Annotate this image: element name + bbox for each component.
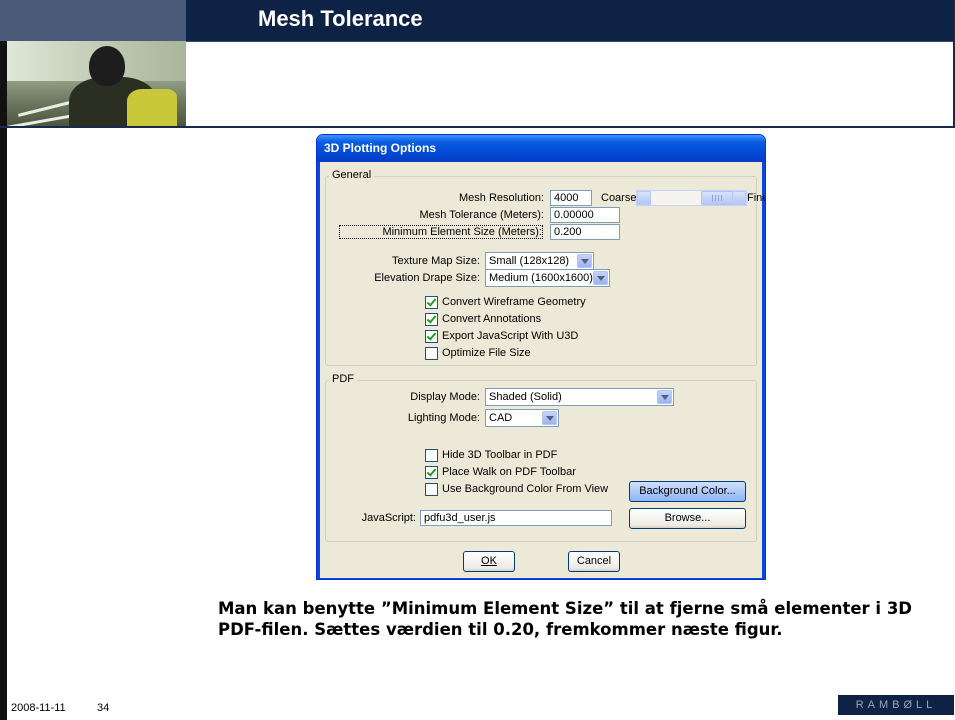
display-mode-value: Shaded (Solid) <box>489 391 562 403</box>
footer-date: 2008-11-11 <box>11 702 66 714</box>
slider-thumb[interactable] <box>701 191 735 205</box>
display-mode-select[interactable]: Shaded (Solid) <box>485 388 674 406</box>
display-mode-label: Display Mode: <box>410 391 480 403</box>
lighting-mode-select[interactable]: CAD <box>485 409 559 427</box>
slide-body-text: Man kan benytte ”Minimum Element Size” t… <box>218 599 913 639</box>
hide-3d-toolbar-checkbox[interactable] <box>425 449 438 462</box>
convert-annotations-checkbox[interactable] <box>425 313 438 326</box>
texture-map-select[interactable]: Small (128x128) <box>485 252 594 270</box>
export-javascript-label: Export JavaScript With U3D <box>442 330 579 342</box>
coarse-label: Coarse <box>601 192 637 204</box>
convert-annotations-label: Convert Annotations <box>442 313 542 325</box>
javascript-label: JavaScript: <box>361 512 416 524</box>
hide-3d-toolbar-label: Hide 3D Toolbar in PDF <box>442 449 558 461</box>
mesh-resolution-label: Mesh Resolution: <box>459 192 544 204</box>
title-underline <box>186 41 955 42</box>
elevation-drape-value: Medium (1600x1600) <box>489 272 593 284</box>
use-background-color-checkbox[interactable] <box>425 483 438 496</box>
dialog-body: General Mesh Resolution: 4000 Coarse Fin… <box>320 162 765 578</box>
chevron-down-icon[interactable] <box>657 390 672 404</box>
company-logo: RAMBØLL <box>838 695 954 715</box>
chevron-down-icon[interactable] <box>577 254 592 268</box>
mesh-tolerance-input[interactable]: 0.00000 <box>550 207 620 223</box>
use-background-color-label: Use Background Color From View <box>442 483 609 495</box>
dialog-title-bar[interactable]: 3D Plotting Options <box>317 135 765 162</box>
background-color-button[interactable]: Background Color... <box>629 481 746 502</box>
pdf-legend: PDF <box>329 373 357 385</box>
elevation-drape-label: Elevation Drape Size: <box>374 272 480 284</box>
min-element-size-label: Minimum Element Size (Meters): <box>339 225 543 239</box>
mesh-tolerance-label: Mesh Tolerance (Meters): <box>419 209 544 221</box>
place-walk-label: Place Walk on PDF Toolbar <box>442 466 576 478</box>
cancel-button[interactable]: Cancel <box>568 551 620 572</box>
header-photo <box>7 41 186 126</box>
plotting-options-dialog: 3D Plotting Options General Mesh Resolut… <box>316 134 766 580</box>
title-bar-left <box>0 0 186 41</box>
browse-button[interactable]: Browse... <box>629 508 746 529</box>
lighting-mode-label: Lighting Mode: <box>407 412 480 424</box>
chevron-down-icon[interactable] <box>593 271 608 285</box>
ok-button[interactable]: OK <box>463 551 515 572</box>
mesh-resolution-slider[interactable] <box>636 190 747 206</box>
place-walk-checkbox[interactable] <box>425 466 438 479</box>
slide-title: Mesh Tolerance <box>258 6 423 31</box>
dialog-title: 3D Plotting Options <box>324 141 436 155</box>
fine-label: Fine <box>747 192 765 204</box>
optimize-file-size-label: Optimize File Size <box>442 347 531 359</box>
header-rule <box>0 126 955 128</box>
general-legend: General <box>329 169 375 181</box>
lighting-mode-value: CAD <box>489 412 513 424</box>
slider-left-arrow-icon[interactable] <box>637 191 651 205</box>
footer-page-number: 34 <box>97 702 110 714</box>
chevron-down-icon[interactable] <box>542 411 557 425</box>
slider-right-arrow-icon[interactable] <box>732 191 746 205</box>
min-element-size-input[interactable]: 0.200 <box>550 224 620 240</box>
mesh-resolution-input[interactable]: 4000 <box>550 190 592 206</box>
export-javascript-checkbox[interactable] <box>425 330 438 343</box>
javascript-input[interactable]: pdfu3d_user.js <box>420 510 612 526</box>
convert-wireframe-checkbox[interactable] <box>425 296 438 309</box>
elevation-drape-select[interactable]: Medium (1600x1600) <box>485 269 610 287</box>
optimize-file-size-checkbox[interactable] <box>425 347 438 360</box>
convert-wireframe-label: Convert Wireframe Geometry <box>442 296 586 308</box>
slide-left-border <box>0 0 7 720</box>
texture-map-value: Small (128x128) <box>489 255 570 267</box>
texture-map-label: Texture Map Size: <box>391 255 480 267</box>
